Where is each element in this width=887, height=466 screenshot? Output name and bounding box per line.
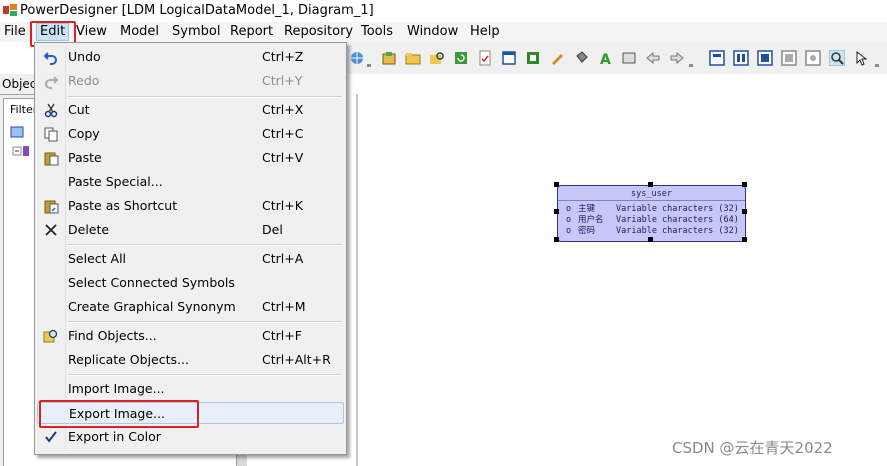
generate-icon[interactable] <box>525 50 541 66</box>
menu-bar: File Edit View Model Symbol Report Repos… <box>0 21 887 47</box>
entity-name: sys_user <box>631 189 672 199</box>
toolbar-dropdown-arrow-icon-3[interactable] <box>873 50 879 67</box>
selection-handle[interactable] <box>742 209 747 214</box>
window-icon[interactable] <box>501 50 517 66</box>
selection-handle[interactable] <box>742 237 747 242</box>
fill-bucket-icon[interactable] <box>573 50 589 66</box>
diagram-canvas[interactable] <box>347 74 887 466</box>
edit-menu-dropdown: Undo Ctrl+Z Redo Ctrl+Y Cut Ctrl+X Copy … <box>34 42 347 455</box>
entity-attribute: o 密码 Variable characters (32) <box>566 224 739 236</box>
menu-window[interactable]: Window <box>407 24 458 39</box>
export-image-highlight-box <box>39 400 199 428</box>
selection-handle[interactable] <box>554 182 559 187</box>
selection-handle[interactable] <box>554 209 559 214</box>
workspace-icon[interactable] <box>10 126 26 140</box>
tree-expand-icon[interactable] <box>12 144 30 158</box>
entity-divider <box>558 200 745 201</box>
menu-item-select-connected-symbols[interactable]: Select Connected Symbols <box>37 272 344 294</box>
paste-shortcut-icon <box>44 200 59 214</box>
menu-item-create-graphical-synonym[interactable]: Create Graphical Synonym Ctrl+M <box>37 296 344 318</box>
text-a-icon[interactable]: A <box>597 50 613 66</box>
selection-handle[interactable] <box>742 182 747 187</box>
menu-item-find-objects[interactable]: Find Objects... Ctrl+F <box>37 325 344 347</box>
package-icon[interactable] <box>381 50 397 66</box>
menu-view[interactable]: View <box>76 24 107 39</box>
folder-icon[interactable] <box>405 50 421 66</box>
toolbar: A <box>347 42 887 75</box>
arrow-left-icon[interactable] <box>645 50 661 66</box>
delete-x-icon <box>45 224 57 236</box>
window-title: PowerDesigner [LDM LogicalDataModel_1, D… <box>20 3 374 18</box>
layout-1-icon[interactable] <box>709 50 725 66</box>
find-objects-icon <box>43 329 58 343</box>
toolbar-dropdown-arrow-icon-2[interactable] <box>687 50 693 67</box>
svg-text:A: A <box>600 52 611 66</box>
menu-item-redo[interactable]: Redo Ctrl+Y <box>37 70 344 92</box>
check-document-icon[interactable] <box>477 50 493 66</box>
menu-file[interactable]: File <box>4 24 26 39</box>
menu-item-undo[interactable]: Undo Ctrl+Z <box>37 46 344 68</box>
selection-handle[interactable] <box>554 237 559 242</box>
selection-handle[interactable] <box>648 182 653 187</box>
selection-handle[interactable] <box>648 237 653 242</box>
menu-item-copy[interactable]: Copy Ctrl+C <box>37 123 344 145</box>
redo-icon <box>45 76 59 89</box>
menu-item-delete[interactable]: Delete Del <box>37 219 344 241</box>
menu-help[interactable]: Help <box>470 24 500 39</box>
menu-separator <box>67 374 342 376</box>
menu-item-replicate-objects[interactable]: Replicate Objects... Ctrl+Alt+R <box>37 349 344 371</box>
globe-icon[interactable] <box>349 50 365 66</box>
toolbar-dropdown-arrow-icon[interactable] <box>365 50 371 67</box>
entity-sys-user[interactable]: sys_user o 主键 Variable characters (32) o 用户… <box>557 185 746 242</box>
menu-model[interactable]: Model <box>120 24 159 39</box>
canvas-divider <box>356 94 358 466</box>
menu-separator <box>67 96 342 98</box>
menu-symbol[interactable]: Symbol <box>172 24 220 39</box>
menu-item-paste[interactable]: Paste Ctrl+V <box>37 147 344 169</box>
menu-item-paste-as-shortcut[interactable]: Paste as Shortcut Ctrl+K <box>37 195 344 217</box>
powerdesigner-app-icon <box>3 4 17 16</box>
pen-icon[interactable] <box>549 50 565 66</box>
search-folder-icon[interactable] <box>429 50 445 66</box>
copy-icon <box>44 127 58 142</box>
attribute-name: 密码 <box>578 226 596 236</box>
menu-item-paste-special[interactable]: Paste Special... <box>37 171 344 193</box>
title-bar: PowerDesigner [LDM LogicalDataModel_1, D… <box>0 0 887 22</box>
menu-item-export-in-color[interactable]: Export in Color <box>37 426 344 448</box>
attribute-type: Variable characters (32) <box>616 226 739 236</box>
menu-item-cut[interactable]: Cut Ctrl+X <box>37 99 344 121</box>
menu-separator <box>67 244 342 246</box>
layout-5-icon[interactable] <box>805 50 821 66</box>
menu-repository[interactable]: Repository <box>284 24 353 39</box>
layout-3-icon[interactable] <box>757 50 773 66</box>
rectangle-icon[interactable] <box>621 50 637 66</box>
scissors-icon <box>44 103 58 118</box>
paste-icon <box>44 152 59 166</box>
arrow-right-icon[interactable] <box>669 50 685 66</box>
watermark: CSDN @云在青天2022 <box>672 439 833 457</box>
menu-tools[interactable]: Tools <box>361 24 393 39</box>
pointer-icon[interactable] <box>853 50 869 66</box>
menu-report[interactable]: Report <box>230 24 273 39</box>
zoom-icon[interactable] <box>829 50 845 66</box>
refresh-icon[interactable] <box>453 50 469 66</box>
layout-2-icon[interactable] <box>733 50 749 66</box>
attribute-bullet: o <box>566 226 572 236</box>
menu-item-import-image[interactable]: Import Image... <box>37 378 344 400</box>
checkmark-icon <box>45 431 57 443</box>
menu-separator <box>67 321 342 323</box>
menu-item-select-all[interactable]: Select All Ctrl+A <box>37 248 344 270</box>
object-tab-label: Objec <box>2 77 37 91</box>
layout-4-icon[interactable] <box>781 50 797 66</box>
undo-icon <box>43 52 57 65</box>
